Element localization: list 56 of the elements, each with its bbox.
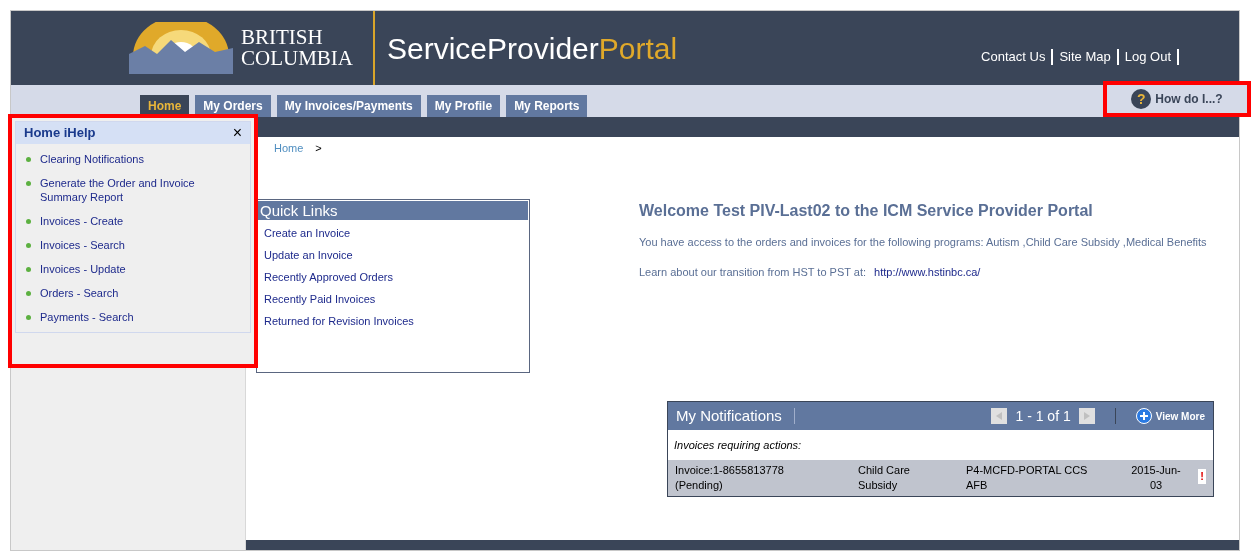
ihelp-link[interactable]: Clearing Notifications [40,152,210,166]
alert-flag: ! [1198,469,1206,484]
breadcrumb-link[interactable]: Home [274,139,304,157]
nav-tab[interactable]: Home [140,95,190,117]
how-do-i-button[interactable]: ? How do I...? [1103,81,1251,117]
table-cell-text: Child Care Subsidy [858,463,911,493]
quick-link[interactable]: Recently Approved Orders [264,269,528,285]
access-text: You have access to the orders and invoices for the following programs: Autism ,Child Care Subsidy ,Medical Benefits [639,235,1208,250]
table-cell-text: 2015-Jun-03 [1130,463,1182,493]
previous-page-button[interactable] [991,408,1008,424]
header-link[interactable]: Site Map [1053,47,1117,67]
bullet-icon [26,243,31,248]
quick-link[interactable]: Create an Invoice [264,225,528,241]
quick-link[interactable]: Recently Paid Invoices [264,291,528,307]
ihelp-link[interactable]: Invoices - Create [40,214,210,228]
portal-title: ServiceProviderPortal [387,30,678,67]
right-triangle-icon [1083,412,1090,420]
help-icon: ? [1131,89,1152,109]
nav-tab[interactable]: My Orders [195,95,271,117]
transition-text: Learn about our transition from HST to PST at: [639,265,867,280]
welcome-title: Welcome Test PIV-Last02 to the ICM Service Provider Portal [639,201,1094,221]
sun-mountain-logo-icon [129,22,233,74]
nav-tab[interactable]: My Reports [506,95,588,117]
bullet-icon [26,157,31,162]
ihelp-link[interactable]: Invoices - Update [40,262,210,276]
table-cell-text: P4-MCFD-PORTAL CCS AFB [966,463,1089,493]
table-cell-text: Invoice:1-8655813778 (Pending) [675,463,785,493]
header-link[interactable]: Contact Us [975,47,1052,67]
bullet-icon [26,181,31,186]
nav-tab[interactable]: My Invoices/Payments [276,95,421,117]
plus-circle-icon [1135,408,1152,424]
ihelp-link[interactable]: Payments - Search [40,310,210,324]
bullet-icon [26,291,31,296]
close-button[interactable]: × [232,125,242,141]
pager-text: 1 - 1 of 1 [1015,406,1071,426]
bullet-icon [26,267,31,272]
section-label: Invoices requiring actions: [674,437,802,453]
ihelp-title: Home iHelp [24,124,96,143]
logo-text: BRITISH [241,27,324,48]
notifications-title: My Notifications [676,405,782,426]
quick-links-title: Quick Links [258,201,528,220]
ihelp-link[interactable]: Orders - Search [40,286,210,300]
transition-link[interactable]: http://www.hstinbc.ca/ [874,264,981,281]
next-page-button[interactable] [1078,408,1095,424]
bullet-icon [26,315,31,320]
view-more-button[interactable]: View More [1135,408,1205,424]
quick-link[interactable]: Update an Invoice [264,247,528,263]
left-triangle-icon [996,412,1003,420]
breadcrumb-separator: > [315,140,322,156]
logo-text: COLUMBIA [241,48,353,69]
ihelp-link[interactable]: Invoices - Search [40,238,210,252]
quick-link[interactable]: Returned for Revision Invoices [264,313,528,329]
nav-tab[interactable]: My Profile [426,95,501,117]
bullet-icon [26,219,31,224]
ihelp-link[interactable]: Generate the Order and Invoice Summary Report [40,176,210,204]
header-link[interactable]: Log Out [1118,47,1177,67]
